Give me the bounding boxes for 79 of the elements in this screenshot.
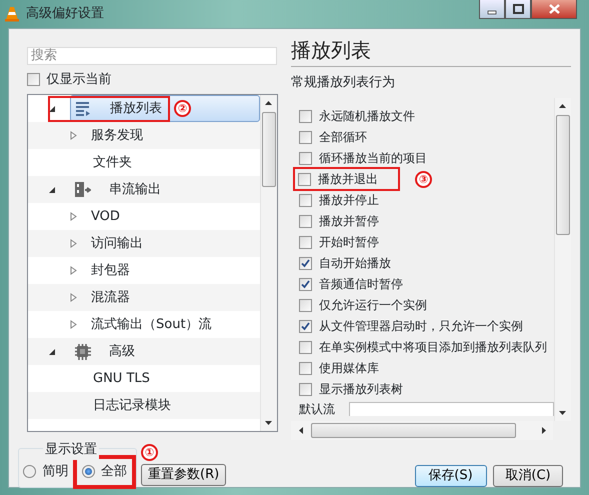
- scroll-left-icon[interactable]: [299, 426, 303, 434]
- expand-arrow-icon[interactable]: [70, 293, 77, 302]
- checkbox[interactable]: [299, 298, 312, 312]
- scrollbar[interactable]: [260, 95, 277, 431]
- checkbox-label: 仅显示当前: [46, 70, 112, 89]
- scroll-down-icon[interactable]: [265, 421, 272, 425]
- tree-item[interactable]: GNU TLS: [93, 368, 150, 388]
- checkbox[interactable]: [299, 382, 312, 396]
- tree-item[interactable]: 混流器: [91, 288, 130, 308]
- option-label: 开始时暂停: [319, 234, 379, 251]
- maximize-button[interactable]: [505, 0, 531, 19]
- option-label: 播放并退出: [318, 171, 378, 188]
- tree-item[interactable]: 访问输出: [91, 234, 143, 254]
- film-arrow-icon: [74, 181, 91, 198]
- group-title: 显示设置: [43, 440, 99, 460]
- option-label: 仅允许运行一个实例: [319, 297, 427, 314]
- option-label: 显示播放列表树: [319, 381, 403, 398]
- minimize-button[interactable]: [479, 0, 505, 19]
- collapse-arrow-icon[interactable]: [49, 185, 56, 194]
- field-label: 默认流: [299, 400, 335, 418]
- expand-arrow-icon[interactable]: [70, 212, 77, 221]
- list-icon: [75, 100, 92, 117]
- checkbox[interactable]: [299, 256, 312, 270]
- option-label: 音频通信时暂停: [319, 276, 403, 293]
- maximize-icon: [512, 4, 524, 14]
- tree-item[interactable]: VOD: [91, 206, 120, 226]
- option-label: 播放并停止: [319, 192, 379, 209]
- checkbox[interactable]: [299, 110, 312, 122]
- option-label: 在单实例模式中将项目添加到播放列表队列: [319, 339, 547, 356]
- callout-number: ③: [415, 170, 432, 188]
- scroll-right-icon[interactable]: [542, 426, 546, 434]
- expand-arrow-icon[interactable]: [70, 131, 77, 140]
- reset-button[interactable]: 重置参数(R): [141, 464, 226, 486]
- window-title: 高级偏好设置: [26, 5, 104, 24]
- checkbox[interactable]: [298, 172, 311, 186]
- option-label: 永远随机播放文件: [319, 108, 415, 125]
- scroll-up-icon[interactable]: [265, 101, 272, 105]
- checkbox[interactable]: [299, 130, 312, 144]
- checkbox[interactable]: [299, 152, 312, 164]
- save-button[interactable]: 保存(S): [414, 464, 486, 486]
- collapse-arrow-icon[interactable]: [49, 347, 56, 356]
- radio-option[interactable]: 简明: [23, 462, 68, 482]
- expand-arrow-icon[interactable]: [70, 239, 77, 248]
- option-label: 循环播放当前的项目: [319, 150, 427, 167]
- option-label: 使用媒体库: [319, 360, 379, 377]
- cone-icon: [4, 6, 20, 22]
- option-label: 全部循环: [319, 129, 367, 146]
- minimize-icon: [487, 10, 496, 14]
- section-label: 常规播放列表行为: [291, 74, 396, 92]
- expand-arrow-icon[interactable]: [70, 320, 77, 329]
- checkbox[interactable]: [299, 194, 312, 206]
- checkbox[interactable]: [299, 278, 312, 290]
- scroll-up-icon[interactable]: [559, 104, 566, 108]
- option-label: 播放并暂停: [319, 213, 379, 230]
- checkbox[interactable]: [299, 214, 312, 228]
- panel-title: 播放列表: [291, 38, 571, 67]
- expand-arrow-icon[interactable]: [70, 266, 77, 275]
- cancel-button[interactable]: 取消(C): [493, 464, 563, 486]
- tree-item[interactable]: 服务发现: [91, 126, 143, 146]
- checkbox[interactable]: [27, 73, 40, 86]
- option-label: 从文件管理器启动时，只允许一个实例: [319, 318, 523, 335]
- collapse-arrow-icon[interactable]: [49, 104, 56, 113]
- callout-number: ①: [141, 444, 158, 460]
- close-button[interactable]: [531, 0, 577, 19]
- search-field[interactable]: 搜索: [27, 47, 277, 65]
- scrollbar-thumb[interactable]: [262, 112, 276, 187]
- checkbox[interactable]: [299, 340, 312, 354]
- checkbox[interactable]: [299, 320, 312, 332]
- gear-icon: [74, 343, 91, 360]
- tree-item[interactable]: 封包器: [91, 260, 130, 280]
- scroll-down-icon[interactable]: [559, 410, 566, 414]
- tree-item[interactable]: 文件夹: [93, 152, 132, 172]
- scrollbar-thumb[interactable]: [556, 114, 570, 234]
- close-icon: [548, 4, 560, 14]
- checkbox[interactable]: [299, 362, 312, 374]
- option-label: 自动开始播放: [319, 255, 391, 272]
- tree-item[interactable]: 流式输出（Sout）流: [91, 314, 212, 334]
- checkbox[interactable]: [299, 236, 312, 248]
- default-stream-field[interactable]: [349, 402, 554, 416]
